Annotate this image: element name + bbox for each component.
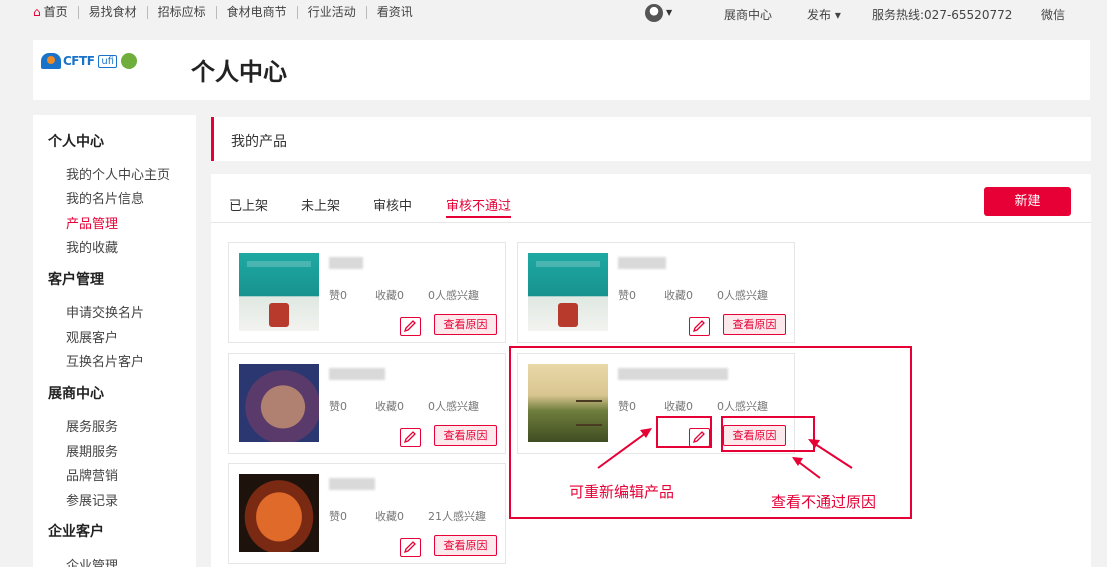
- annotation-arrows: [597, 428, 853, 479]
- annotation-edit-hint: 可重新编辑产品: [569, 483, 675, 501]
- annotation-reason-hint: 查看不通过原因: [771, 493, 877, 511]
